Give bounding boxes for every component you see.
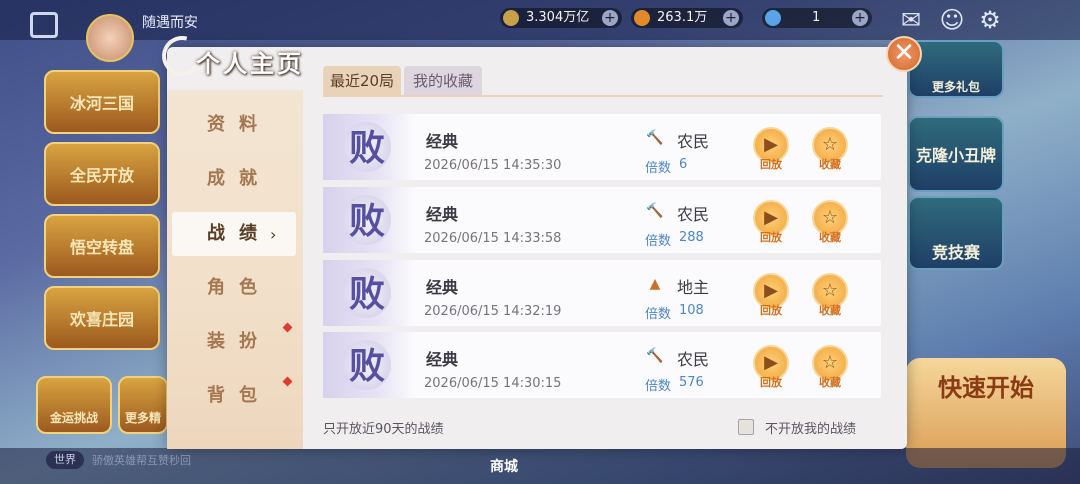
sidebar-item-profile[interactable]: 资料 <box>172 103 296 147</box>
avatar[interactable] <box>86 14 134 62</box>
hammer-icon: 🔨 <box>646 130 664 146</box>
gold-coin-icon <box>503 10 519 26</box>
diamond-icon <box>765 10 781 26</box>
hide-records-label[interactable]: 不开放我的战绩 <box>765 418 856 437</box>
sidebar-item-achievements[interactable]: 成就 <box>172 157 296 201</box>
lobby-tile-3[interactable]: 欢喜庄园 <box>44 286 160 350</box>
add-gold-button[interactable]: + <box>602 10 618 26</box>
collect-label: 收藏 <box>819 231 841 244</box>
game-time: 2026/06/15 14:32:19 <box>424 304 562 319</box>
replay-label: 回放 <box>760 231 782 244</box>
multiplier-value: 288 <box>679 230 704 245</box>
multiplier-label: 倍数 <box>645 161 672 176</box>
record-row: 败 经典 2026/06/15 14:33:58 🔨 农民 倍数 288 ▶ 回… <box>323 187 881 253</box>
lobby-tile-0[interactable]: 冰河三国 <box>44 70 160 134</box>
game-mode: 经典 <box>426 350 459 369</box>
game-mode: 经典 <box>426 205 459 224</box>
sidebar-item-records[interactable]: 战绩 <box>172 212 296 256</box>
bottom-nav-shop[interactable]: 商城 <box>490 456 518 476</box>
multiplier-value: 576 <box>679 375 704 390</box>
game-time: 2026/06/15 14:35:30 <box>424 158 562 173</box>
service-icon[interactable]: ☺ <box>938 6 966 34</box>
dialog-title: 个人主页 <box>196 49 304 78</box>
game-time: 2026/06/15 14:30:15 <box>424 376 562 391</box>
tab-underline <box>323 95 883 97</box>
player-role: 农民 <box>677 132 710 151</box>
close-icon: ✕ <box>893 38 915 68</box>
result-text: 败 <box>348 200 385 242</box>
gold-resource: 3.304万亿 + <box>500 8 622 28</box>
diamond-resource: 1 + <box>762 8 872 28</box>
collect-label: 收藏 <box>819 376 841 389</box>
hammer-icon: 🔨 <box>646 348 664 364</box>
lobby-tile-more-gifts[interactable]: 更多礼包 <box>908 40 1004 98</box>
replay-label: 回放 <box>760 376 782 389</box>
multiplier-value: 108 <box>679 303 704 318</box>
hide-records-checkbox[interactable] <box>738 419 754 435</box>
sidebar-item-characters[interactable]: 角色 <box>172 266 296 310</box>
hammer-icon: 🔨 <box>646 203 664 219</box>
record-row: 败 经典 2026/06/15 14:32:19 ▲ 地主 倍数 108 ▶ 回… <box>323 260 881 326</box>
result-text: 败 <box>348 273 385 315</box>
multiplier-label: 倍数 <box>645 379 672 394</box>
back-button[interactable] <box>30 12 58 38</box>
result-text: 败 <box>348 345 385 387</box>
lobby-tile-2[interactable]: 悟空转盘 <box>44 214 160 278</box>
tab-my-favorites[interactable]: 我的收藏 <box>404 66 482 96</box>
chevron-right-icon: › <box>270 225 277 244</box>
collect-label: 收藏 <box>819 304 841 317</box>
multiplier-value: 6 <box>679 157 688 172</box>
username: 随遇而安 <box>142 15 198 31</box>
game-time: 2026/06/15 14:33:58 <box>424 231 562 246</box>
settings-gear-icon[interactable]: ⚙ <box>976 6 1004 34</box>
game-mode: 经典 <box>426 132 459 151</box>
collect-label: 收藏 <box>819 158 841 171</box>
record-row: 败 经典 2026/06/15 14:35:30 🔨 农民 倍数 6 ▶ 回放 … <box>323 114 881 180</box>
replay-label: 回放 <box>760 158 782 171</box>
sidebar-item-backpack[interactable]: 背包 <box>172 374 296 418</box>
player-role: 农民 <box>677 205 710 224</box>
landlord-hat-icon: ▲ <box>649 276 661 292</box>
lobby-tile-4[interactable]: 金运挑战 <box>36 376 112 434</box>
add-bean-button[interactable]: + <box>723 10 739 26</box>
multiplier-label: 倍数 <box>645 307 672 322</box>
record-row: 败 经典 2026/06/15 14:30:15 🔨 农民 倍数 576 ▶ 回… <box>323 332 881 398</box>
lobby-tile-5[interactable]: 更多精 <box>118 376 168 434</box>
lobby-tile-1[interactable]: 全民开放 <box>44 142 160 206</box>
records-retention-note: 只开放近90天的战绩 <box>323 422 444 437</box>
tab-recent-20[interactable]: 最近20局 <box>323 66 401 96</box>
mail-icon[interactable]: ✉ <box>897 6 925 34</box>
bean-resource: 263.1万 + <box>631 8 743 28</box>
replay-label: 回放 <box>760 304 782 317</box>
close-button[interactable]: ✕ <box>886 36 922 72</box>
lobby-tile-clown[interactable]: 克隆小丑牌 <box>908 116 1004 192</box>
sidebar-item-dressup[interactable]: 装扮 <box>172 320 296 364</box>
chat-channel-chip[interactable]: 世界 <box>46 451 84 469</box>
result-text: 败 <box>348 127 385 169</box>
chat-message: 骄傲英雄帮互赞秒回 <box>92 454 191 467</box>
bean-icon <box>634 10 650 26</box>
game-mode: 经典 <box>426 278 459 297</box>
player-role: 农民 <box>677 350 710 369</box>
lobby-tile-arena[interactable]: 竞技赛 <box>908 196 1004 270</box>
add-diamond-button[interactable]: + <box>852 10 868 26</box>
player-role: 地主 <box>677 278 710 297</box>
multiplier-label: 倍数 <box>645 234 672 249</box>
